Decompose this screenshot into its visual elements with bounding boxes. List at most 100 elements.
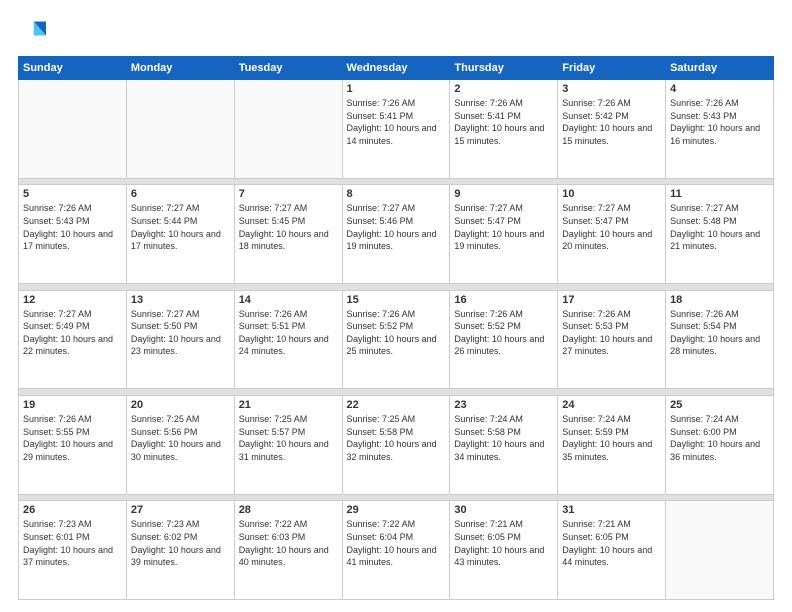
day-cell: 20Sunrise: 7:25 AMSunset: 5:56 PMDayligh… <box>126 396 234 495</box>
day-number: 18 <box>670 294 769 306</box>
day-info: Sunrise: 7:23 AMSunset: 6:02 PMDaylight:… <box>131 518 230 568</box>
day-cell: 18 Sunrise: 7:26 AMSunset: 5:54 PMDayligh… <box>666 290 774 389</box>
day-number: 30 <box>454 504 553 516</box>
day-info: Sunrise: 7:25 AMSunset: 5:58 PMDaylight:… <box>347 413 446 463</box>
day-info: Sunrise: 7:26 AMSunset: 5:54 PMDaylight:… <box>670 308 769 358</box>
day-info: Sunrise: 7:21 AMSunset: 6:05 PMDaylight:… <box>562 518 661 568</box>
day-cell: 17Sunrise: 7:26 AMSunset: 5:53 PMDayligh… <box>558 290 666 389</box>
day-cell: 25 Sunrise: 7:24 AMSunset: 6:00 PMDayligh… <box>666 396 774 495</box>
day-info: Sunrise: 7:25 AMSunset: 5:57 PMDaylight:… <box>239 413 338 463</box>
day-cell: 12 Sunrise: 7:27 AMSunset: 5:49 PMDayligh… <box>19 290 127 389</box>
week-row: 26 Sunrise: 7:23 AMSunset: 6:01 PMDayligh… <box>19 501 774 600</box>
day-info: Sunrise: 7:22 AMSunset: 6:04 PMDaylight:… <box>347 518 446 568</box>
day-cell: 30 Sunrise: 7:21 AMSunset: 6:05 PMDayligh… <box>450 501 558 600</box>
week-row: 19 Sunrise: 7:26 AMSunset: 5:55 PMDayligh… <box>19 396 774 495</box>
separator-cell <box>19 494 774 501</box>
day-number: 24 <box>562 399 661 411</box>
day-cell: 2Sunrise: 7:26 AMSunset: 5:41 PMDaylight… <box>450 80 558 179</box>
day-number: 26 <box>23 504 122 516</box>
day-number: 27 <box>131 504 230 516</box>
day-number: 14 <box>239 294 338 306</box>
day-cell: 19 Sunrise: 7:26 AMSunset: 5:55 PMDayligh… <box>19 396 127 495</box>
day-number: 29 <box>347 504 446 516</box>
day-number: 5 <box>23 188 122 200</box>
weekday-header: Sunday <box>19 57 127 80</box>
day-cell: 8Sunrise: 7:27 AMSunset: 5:46 PMDaylight… <box>342 185 450 284</box>
day-cell: 16Sunrise: 7:26 AMSunset: 5:52 PMDayligh… <box>450 290 558 389</box>
day-cell: 3Sunrise: 7:26 AMSunset: 5:42 PMDaylight… <box>558 80 666 179</box>
day-info: Sunrise: 7:27 AMSunset: 5:45 PMDaylight:… <box>239 202 338 252</box>
day-cell: 6 Sunrise: 7:27 AMSunset: 5:44 PMDaylight… <box>126 185 234 284</box>
day-cell: 14Sunrise: 7:26 AMSunset: 5:51 PMDayligh… <box>234 290 342 389</box>
day-info: Sunrise: 7:22 AMSunset: 6:03 PMDaylight:… <box>239 518 338 568</box>
day-number: 3 <box>562 83 661 95</box>
day-info: Sunrise: 7:27 AMSunset: 5:50 PMDaylight:… <box>131 308 230 358</box>
logo <box>18 18 50 46</box>
day-cell: 23 Sunrise: 7:24 AMSunset: 5:58 PMDayligh… <box>450 396 558 495</box>
weekday-header: Saturday <box>666 57 774 80</box>
separator-cell <box>19 178 774 185</box>
day-info: Sunrise: 7:27 AMSunset: 5:47 PMDaylight:… <box>562 202 661 252</box>
separator-cell <box>19 283 774 290</box>
day-number: 12 <box>23 294 122 306</box>
day-info: Sunrise: 7:25 AMSunset: 5:56 PMDaylight:… <box>131 413 230 463</box>
day-cell: 26 Sunrise: 7:23 AMSunset: 6:01 PMDayligh… <box>19 501 127 600</box>
day-info: Sunrise: 7:27 AMSunset: 5:49 PMDaylight:… <box>23 308 122 358</box>
weekday-header: Thursday <box>450 57 558 80</box>
day-number: 17 <box>562 294 661 306</box>
day-info: Sunrise: 7:23 AMSunset: 6:01 PMDaylight:… <box>23 518 122 568</box>
day-info: Sunrise: 7:27 AMSunset: 5:48 PMDaylight:… <box>670 202 769 252</box>
day-number: 15 <box>347 294 446 306</box>
day-info: Sunrise: 7:24 AMSunset: 6:00 PMDaylight:… <box>670 413 769 463</box>
day-cell: 9 Sunrise: 7:27 AMSunset: 5:47 PMDaylight… <box>450 185 558 284</box>
day-cell: 7 Sunrise: 7:27 AMSunset: 5:45 PMDaylight… <box>234 185 342 284</box>
weekday-header: Tuesday <box>234 57 342 80</box>
day-cell: 27 Sunrise: 7:23 AMSunset: 6:02 PMDayligh… <box>126 501 234 600</box>
calendar-table: SundayMondayTuesdayWednesdayThursdayFrid… <box>18 56 774 600</box>
day-number: 28 <box>239 504 338 516</box>
day-number: 11 <box>670 188 769 200</box>
day-number: 6 <box>131 188 230 200</box>
day-info: Sunrise: 7:26 AMSunset: 5:52 PMDaylight:… <box>454 308 553 358</box>
day-number: 22 <box>347 399 446 411</box>
day-number: 31 <box>562 504 661 516</box>
separator-row <box>19 494 774 501</box>
day-number: 2 <box>454 83 553 95</box>
day-info: Sunrise: 7:27 AMSunset: 5:47 PMDaylight:… <box>454 202 553 252</box>
day-cell: 4Sunrise: 7:26 AMSunset: 5:43 PMDaylight… <box>666 80 774 179</box>
day-number: 21 <box>239 399 338 411</box>
day-number: 23 <box>454 399 553 411</box>
day-number: 25 <box>670 399 769 411</box>
day-number: 9 <box>454 188 553 200</box>
day-info: Sunrise: 7:26 AMSunset: 5:43 PMDaylight:… <box>670 97 769 147</box>
separator-row <box>19 178 774 185</box>
day-cell: 31 Sunrise: 7:21 AMSunset: 6:05 PMDayligh… <box>558 501 666 600</box>
day-info: Sunrise: 7:26 AMSunset: 5:41 PMDaylight:… <box>347 97 446 147</box>
day-info: Sunrise: 7:27 AMSunset: 5:44 PMDaylight:… <box>131 202 230 252</box>
logo-icon <box>18 18 46 46</box>
empty-day-cell <box>126 80 234 179</box>
day-cell: 11 Sunrise: 7:27 AMSunset: 5:48 PMDayligh… <box>666 185 774 284</box>
day-cell: 1 Sunrise: 7:26 AMSunset: 5:41 PMDaylight… <box>342 80 450 179</box>
empty-day-cell <box>234 80 342 179</box>
day-info: Sunrise: 7:24 AMSunset: 5:58 PMDaylight:… <box>454 413 553 463</box>
day-info: Sunrise: 7:21 AMSunset: 6:05 PMDaylight:… <box>454 518 553 568</box>
day-number: 7 <box>239 188 338 200</box>
day-number: 13 <box>131 294 230 306</box>
day-cell: 29 Sunrise: 7:22 AMSunset: 6:04 PMDayligh… <box>342 501 450 600</box>
separator-cell <box>19 389 774 396</box>
week-row: 12 Sunrise: 7:27 AMSunset: 5:49 PMDayligh… <box>19 290 774 389</box>
day-cell: 10Sunrise: 7:27 AMSunset: 5:47 PMDayligh… <box>558 185 666 284</box>
empty-day-cell <box>666 501 774 600</box>
day-number: 1 <box>347 83 446 95</box>
separator-row <box>19 389 774 396</box>
page: SundayMondayTuesdayWednesdayThursdayFrid… <box>0 0 792 612</box>
day-number: 19 <box>23 399 122 411</box>
day-info: Sunrise: 7:26 AMSunset: 5:55 PMDaylight:… <box>23 413 122 463</box>
header <box>18 18 774 46</box>
day-cell: 22 Sunrise: 7:25 AMSunset: 5:58 PMDayligh… <box>342 396 450 495</box>
separator-row <box>19 283 774 290</box>
day-cell: 5Sunrise: 7:26 AMSunset: 5:43 PMDaylight… <box>19 185 127 284</box>
week-row: 5Sunrise: 7:26 AMSunset: 5:43 PMDaylight… <box>19 185 774 284</box>
day-cell: 21 Sunrise: 7:25 AMSunset: 5:57 PMDayligh… <box>234 396 342 495</box>
